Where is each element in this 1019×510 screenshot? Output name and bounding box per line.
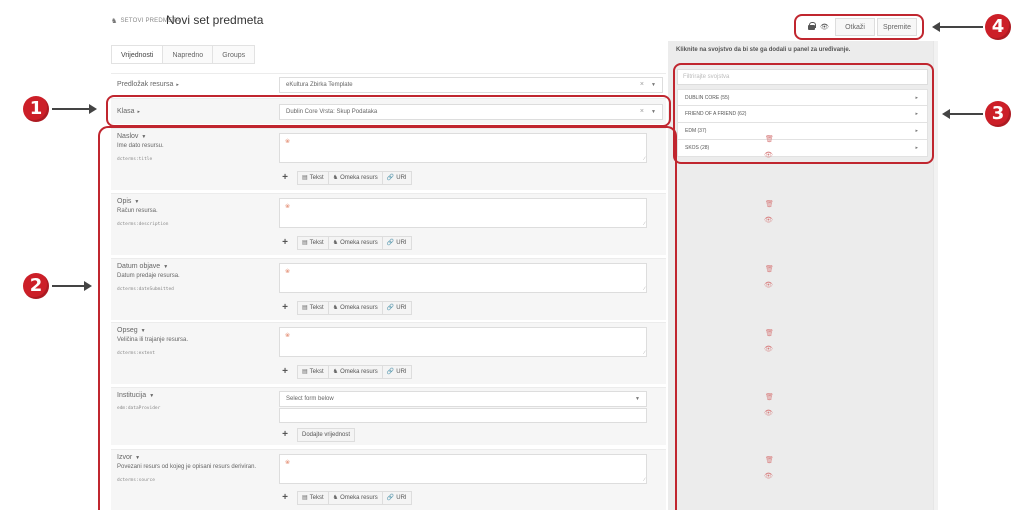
annotation-marker-3: 3 (985, 101, 1011, 127)
trash-icon[interactable]: 🗑 (765, 265, 774, 273)
resource-template-row: Predložak resursa ▸ eKultura Zbirka Templ… (111, 73, 666, 95)
trash-icon[interactable]: 🗑 (765, 200, 774, 208)
tab-groups[interactable]: Groups (212, 45, 256, 64)
arrow-head-icon (84, 281, 92, 291)
annotation-arrow-1 (52, 108, 90, 110)
chevron-down-icon[interactable]: ▼ (651, 78, 656, 92)
eye-icon[interactable]: 👁 (764, 409, 773, 417)
resource-template-label: Predložak resursa ▸ (117, 81, 179, 88)
caret-right-icon: ▸ (176, 82, 179, 88)
tab-advanced[interactable]: Napredno (162, 45, 213, 64)
resource-template-select[interactable]: eKultura Zbirka Template × ▼ (279, 77, 663, 93)
annotation-marker-2: 2 (23, 273, 49, 299)
annotation-box-class (106, 95, 671, 127)
eye-icon[interactable]: 👁 (764, 216, 773, 224)
annotation-box-properties (98, 126, 677, 510)
annotation-marker-4: 4 (985, 14, 1011, 40)
arrow-head-icon (89, 104, 97, 114)
annotation-marker-1: 1 (23, 96, 49, 122)
clear-icon[interactable]: × (640, 78, 644, 92)
trash-icon[interactable]: 🗑 (765, 456, 774, 464)
select-value: eKultura Zbirka Template (286, 82, 353, 88)
eye-icon[interactable]: 👁 (764, 345, 773, 353)
annotation-box-actions (794, 14, 924, 40)
tab-bar: Vrijednosti Napredno Groups (111, 45, 256, 64)
annotation-arrow-4 (939, 26, 983, 28)
page-title: Novi set predmeta (166, 13, 264, 27)
trash-icon[interactable]: 🗑 (765, 329, 774, 337)
trash-icon[interactable]: 🗑 (765, 393, 774, 401)
tab-values[interactable]: Vrijednosti (111, 45, 163, 64)
eye-icon[interactable]: 👁 (764, 281, 773, 289)
annotation-arrow-3 (949, 113, 983, 115)
annotation-box-vocabularies (673, 63, 934, 164)
sitemap-icon: ♞ (111, 18, 118, 25)
annotation-arrow-2 (52, 285, 84, 287)
eye-icon[interactable]: 👁 (764, 472, 773, 480)
panel-hint: Kliknite na svojstvo da bi ste ga dodali… (676, 47, 851, 53)
